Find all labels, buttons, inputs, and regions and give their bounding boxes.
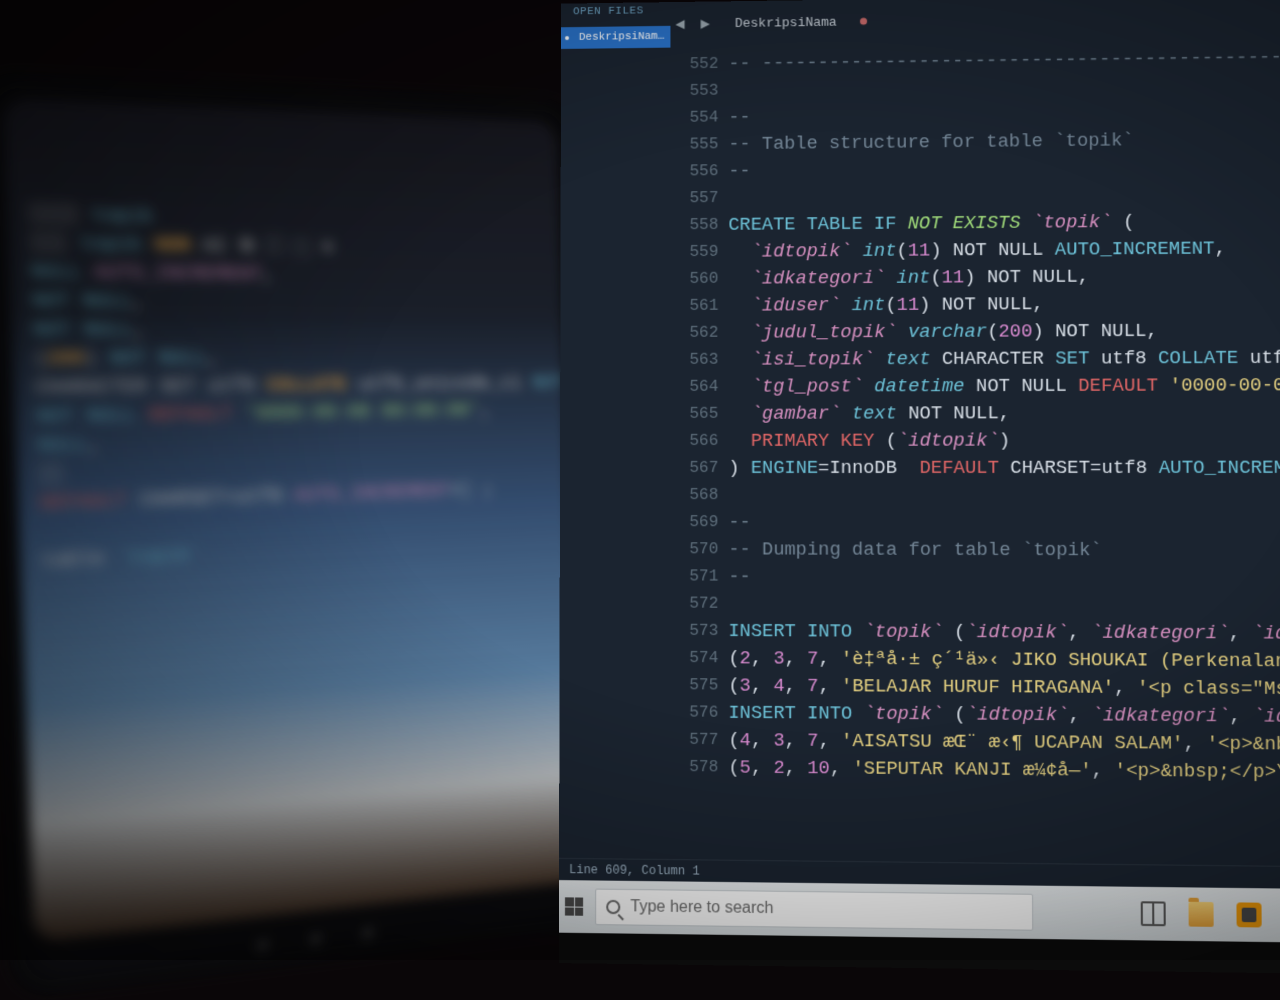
tab-bar: ◀ ▶ DeskripsiNama — [672, 5, 877, 39]
start-menu-icon[interactable] — [565, 897, 583, 915]
search-icon — [606, 900, 620, 914]
code-line[interactable]: `iduser` int(11) NOT NULL, — [670, 289, 1280, 319]
code-line[interactable] — [670, 590, 1280, 620]
code-line[interactable]: `idkategori` int(11) NOT NULL, — [670, 262, 1280, 293]
code-line[interactable]: (5, 2, 10, 'SEPUTAR KANJI æ¼¢å­—', '<p>&… — [670, 754, 1280, 787]
unsaved-dot-icon — [565, 36, 569, 40]
file-explorer-icon[interactable] — [1189, 902, 1214, 927]
file-tab[interactable]: DeskripsiNama — [723, 10, 877, 35]
smartphone-code-preview: ░░░░ topik░░░ topik HDR AI ⚙ ⛶ ⬚ ≡NULL A… — [28, 200, 553, 576]
code-line[interactable]: `tgl_post` datetime NOT NULL DEFAULT '00… — [670, 372, 1280, 401]
code-line[interactable]: -- Dumping data for table `topik` — [670, 536, 1280, 565]
code-line[interactable] — [670, 482, 1280, 510]
cursor-position: Line 609, Column 1 — [569, 863, 700, 879]
taskbar-tray — [1141, 887, 1280, 943]
code-line[interactable]: `judul_topik` varchar(200) NOT NULL, — [670, 317, 1280, 347]
code-line[interactable]: CREATE TABLE IF NOT EXISTS `topik` ( — [670, 207, 1280, 239]
code-line[interactable]: (2, 3, 7, 'è‡ªå·± ç´¹ä»‹ JIKO SHOUKAI (P… — [670, 645, 1280, 676]
sidebar-file-name: DeskripsiNam… — [579, 31, 664, 44]
file-tab-label: DeskripsiNama — [735, 14, 837, 30]
phone-nav-dots: ● ● ● — [256, 921, 388, 957]
tab-prev-icon[interactable]: ◀ — [672, 16, 687, 31]
laptop-screen: OPEN FILES DeskripsiNam… ◀ ▶ DeskripsiNa… — [559, 0, 1280, 974]
sidebar-open-file[interactable]: DeskripsiNam… — [561, 26, 670, 49]
open-files-label: OPEN FILES — [573, 5, 644, 18]
code-line[interactable]: INSERT INTO `topik` (`idtopik`, `idkateg… — [670, 618, 1280, 648]
search-placeholder: Type here to search — [630, 898, 773, 918]
code-line[interactable]: `gambar` text NOT NULL, — [670, 399, 1280, 428]
unsaved-indicator-icon — [860, 18, 867, 25]
code-line[interactable]: `isi_topik` text CHARACTER SET utf8 COLL… — [670, 344, 1280, 374]
code-line[interactable]: PRIMARY KEY (`idtopik`) — [670, 427, 1280, 455]
smartphone-device: ░░░░ topik░░░ topik HDR AI ⚙ ⛶ ⬚ ≡NULL A… — [0, 71, 604, 1000]
code-line[interactable]: -- — [670, 509, 1280, 537]
code-line[interactable]: `idtopik` int(11) NOT NULL AUTO_INCREMEN… — [670, 235, 1280, 266]
sublime-text-icon[interactable] — [1236, 902, 1261, 927]
taskbar-search-input[interactable]: Type here to search — [595, 889, 1033, 931]
tab-next-icon[interactable]: ▶ — [698, 16, 713, 31]
code-editor[interactable]: -- -------------------------------------… — [670, 43, 1280, 844]
code-line[interactable]: -- — [670, 563, 1280, 592]
smartphone-screen: ░░░░ topik░░░ topik HDR AI ⚙ ⛶ ⬚ ≡NULL A… — [3, 99, 581, 942]
code-line[interactable]: (3, 4, 7, 'BELAJAR HURUF HIRAGANA', '<p … — [670, 672, 1280, 703]
task-view-icon[interactable] — [1141, 901, 1166, 926]
code-line[interactable]: ) ENGINE=InnoDB DEFAULT CHARSET=utf8 AUT… — [670, 454, 1280, 482]
